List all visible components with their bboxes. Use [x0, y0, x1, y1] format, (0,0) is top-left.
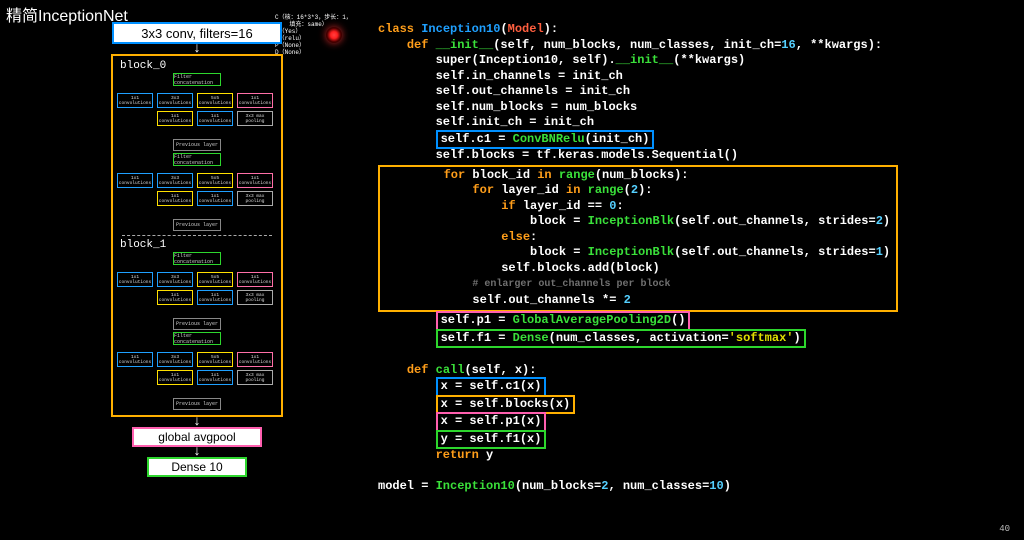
for-loop-highlight: for block_id in range(num_blocks): for l…	[378, 165, 898, 313]
code-block: class Inception10(Model): def __init__(s…	[378, 22, 1018, 495]
arrow-icon: ↓	[193, 418, 201, 426]
inception-block: Filter concatenation 1x1 convolutions 3x…	[117, 73, 277, 151]
separator	[122, 235, 272, 236]
dense-box: Dense 10	[147, 457, 247, 477]
call-f1-highlight: y = self.f1(x)	[436, 430, 547, 450]
arrow-icon: ↓	[193, 45, 201, 53]
inception-block: Filter concatenation 1x1 convolutions 3x…	[117, 332, 277, 410]
inception-block: Filter concatenation 1x1 convolutions 3x…	[117, 252, 277, 330]
pointer-dot	[326, 27, 342, 43]
convbnrelu-highlight: self.c1 = ConvBNRelu(init_ch)	[436, 130, 655, 150]
architecture-diagram: 3x3 conv, filters=16 ↓ block_0 Filter co…	[108, 22, 286, 538]
inception-block: Filter concatenation 1x1 convolutions 3x…	[117, 153, 277, 231]
inception-blocks-container: block_0 Filter concatenation 1x1 convolu…	[111, 54, 283, 417]
dense-highlight: self.f1 = Dense(num_classes, activation=…	[436, 329, 806, 349]
page-number: 40	[999, 524, 1010, 534]
arrow-icon: ↓	[193, 448, 201, 456]
block1-label: block_1	[120, 239, 166, 251]
block0-label: block_0	[120, 60, 166, 72]
filter-concat: Filter concatenation	[173, 73, 221, 86]
prev-layer: Previous layer	[173, 139, 221, 151]
